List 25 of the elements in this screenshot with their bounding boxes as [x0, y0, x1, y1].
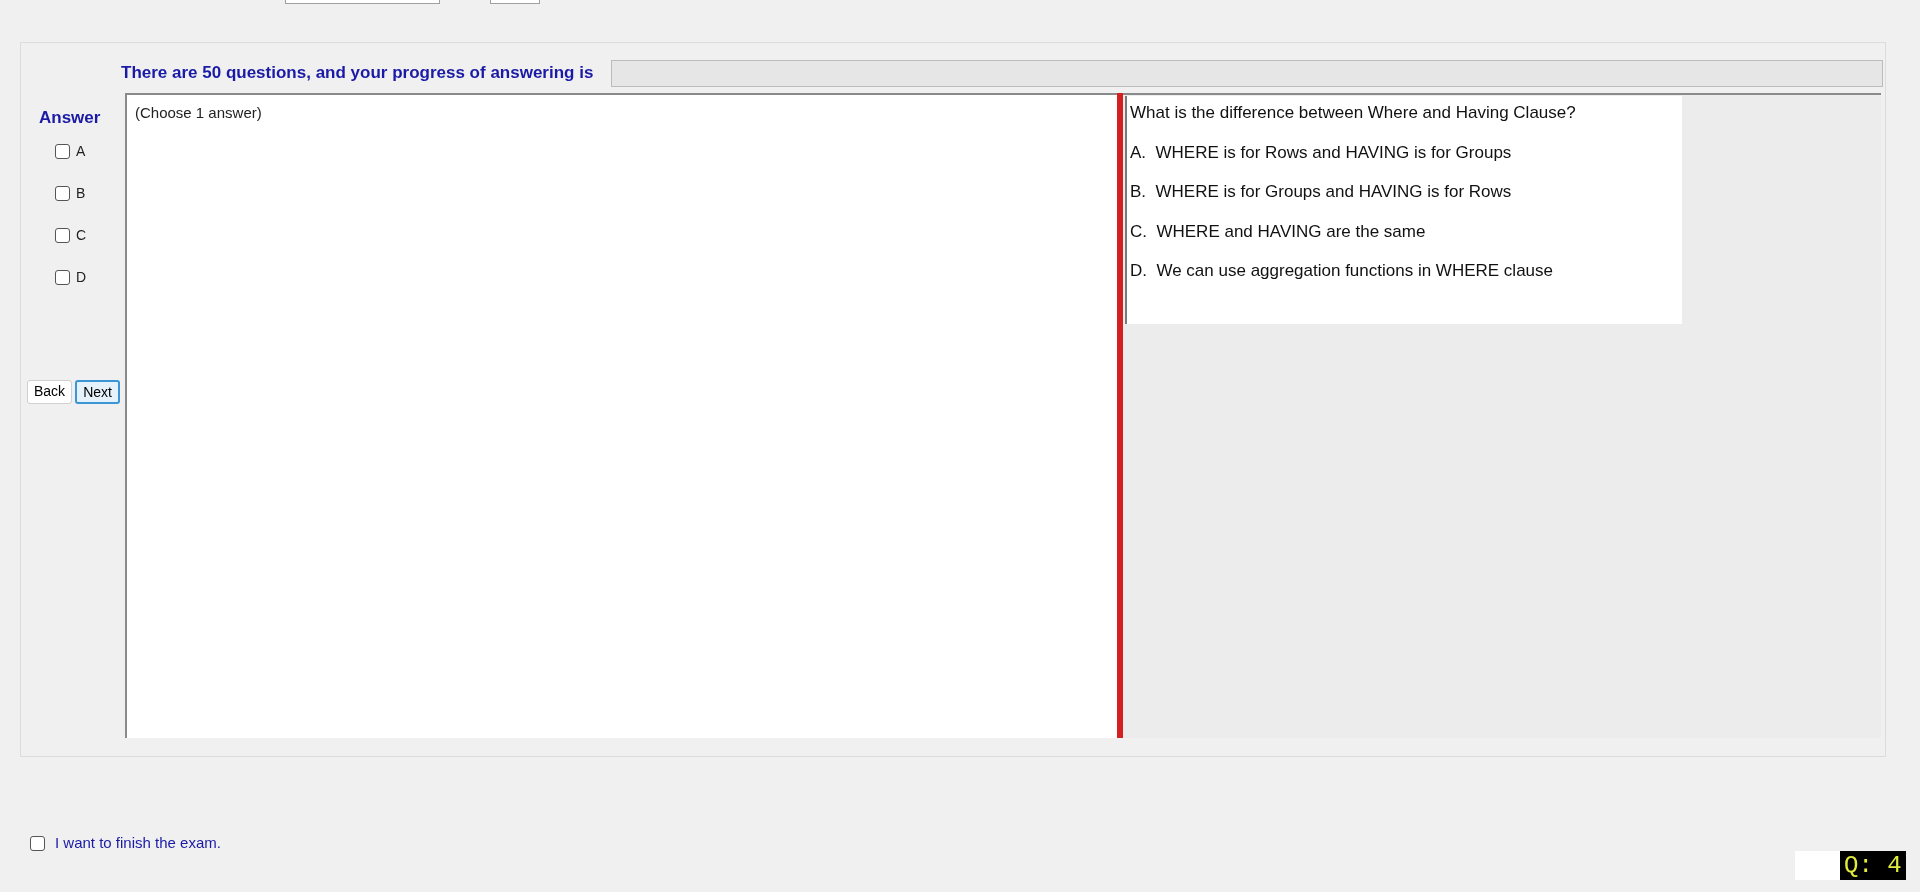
option-label: B — [76, 183, 86, 203]
choice-text: B. WHERE is for Groups and HAVING is for Rows — [1130, 181, 1513, 203]
option-label: A — [76, 141, 86, 161]
answer-heading: Answer — [39, 107, 101, 129]
question-text: What is the difference between Where and Having Clause? — [1130, 102, 1577, 124]
choice-text: D. We can use aggregation functions in WHERE clause — [1130, 260, 1554, 282]
option-label: D — [76, 267, 87, 287]
answer-hint: (Choose 1 answer) — [135, 104, 262, 121]
checkbox[interactable] — [55, 269, 70, 285]
choice-text: C. WHERE and HAVING are the same — [1130, 220, 1427, 243]
checkbox[interactable] — [55, 143, 70, 159]
option-label: C — [76, 225, 87, 245]
progress-label: There are 50 questions, and your progress of answering is — [121, 62, 594, 85]
finish-exam-label: I want to finish the exam. — [55, 833, 221, 853]
choice-text: A. WHERE is for Rows and HAVING is for Groups — [1130, 141, 1513, 164]
nav-button[interactable]: Next — [75, 379, 120, 404]
nav-button[interactable]: Back — [27, 379, 73, 404]
text-field[interactable] — [1795, 851, 1840, 880]
dropdown-field[interactable] — [285, 0, 440, 4]
checkbox[interactable] — [55, 185, 70, 201]
checkbox[interactable] — [30, 835, 45, 851]
dropdown-field[interactable] — [490, 0, 540, 4]
checkbox[interactable] — [55, 227, 70, 243]
question-counter: Q: 4 — [1840, 851, 1906, 880]
answer-area[interactable]: (Choose 1 answer) — [125, 93, 1117, 738]
